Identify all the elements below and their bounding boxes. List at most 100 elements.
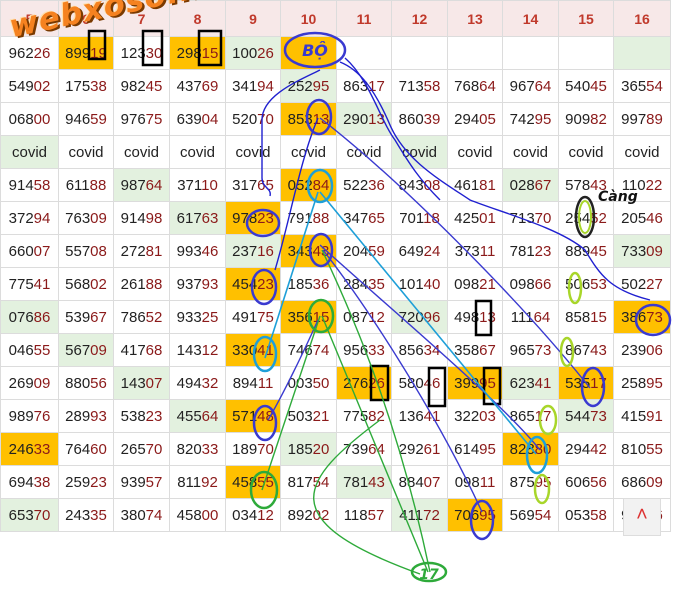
scroll-to-top-button[interactable]: ˄	[623, 498, 661, 536]
cell-value: 028	[509, 176, 535, 194]
cell-value: 817	[287, 473, 313, 491]
result-cell: covid	[336, 135, 392, 169]
cell-value: 317	[232, 176, 258, 194]
cell-value: 373	[454, 242, 480, 260]
result-cell: 18970	[225, 432, 281, 466]
result-cell: 31765	[225, 168, 281, 202]
result-cell: 63904	[169, 102, 226, 136]
result-cell: 39995	[447, 366, 503, 400]
cell-value: 458	[176, 506, 202, 524]
result-cell: 97823	[225, 201, 281, 235]
result-cell: 25452	[558, 201, 614, 235]
cell-value: 052	[287, 176, 313, 194]
column-header: 12	[391, 0, 448, 37]
result-cell: 43769	[169, 69, 226, 103]
cell-value: 259	[65, 473, 91, 491]
cell-value: 962	[8, 44, 34, 62]
table-row: 69438 25923 93957 81192 45855 81754 78143 88407…	[0, 465, 671, 499]
result-cell: 10026	[225, 36, 281, 70]
result-cell: covid	[0, 135, 59, 169]
cell-value: covid	[290, 143, 327, 161]
result-cell: covid	[502, 135, 559, 169]
result-cell: 91458	[0, 168, 59, 202]
cell-value: 894	[232, 374, 258, 392]
result-cell: 78652	[113, 300, 170, 334]
result-cell: 86743	[558, 333, 614, 367]
result-cell: 50653	[558, 267, 614, 301]
cell-value: 284	[343, 275, 369, 293]
result-cell: 86517	[502, 399, 559, 433]
cell-value: 639	[176, 110, 202, 128]
cell-value: 967	[509, 77, 535, 95]
result-cell: 81754	[280, 465, 337, 499]
cell-value: 494	[176, 374, 202, 392]
cell-value: 538	[120, 407, 146, 425]
table-row: 26909 88056 14307 49432 89411 00350 27626 58046…	[0, 366, 671, 400]
result-cell: 85815	[558, 300, 614, 334]
cell-value: 742	[509, 110, 535, 128]
cell-value: 535	[565, 374, 591, 392]
cell-value: covid	[179, 143, 216, 161]
result-cell: 02867	[502, 168, 559, 202]
result-cell: 35615	[280, 300, 337, 334]
result-cell: 77582	[336, 399, 392, 433]
result-cell: 20546	[613, 201, 671, 235]
cell-value: 567	[65, 341, 91, 359]
result-cell: 52236	[336, 168, 392, 202]
cell-value: 549	[8, 77, 34, 95]
cell-value: 858	[565, 308, 591, 326]
column-header: 9	[225, 0, 281, 37]
cell-value: 265	[120, 440, 146, 458]
cell-value: 686	[621, 473, 647, 491]
result-cell: 62341	[502, 366, 559, 400]
result-cell: 18536	[280, 267, 337, 301]
table-row: 91458 61188 98764 37110 31765 05284 52236 84308…	[0, 168, 671, 202]
result-cell	[613, 36, 671, 70]
cell-value: 867	[565, 341, 591, 359]
table-body: 9622689919123302981510026BỘ5490217538982…	[0, 36, 671, 532]
result-cell: 90982	[558, 102, 614, 136]
cell-value: 417	[120, 341, 146, 359]
result-cell: 45564	[169, 399, 226, 433]
cell-value: 261	[120, 275, 146, 293]
result-cell: 50321	[280, 399, 337, 433]
table-row: 24633 76460 26570 82033 18970 18520 73964 29261…	[0, 432, 671, 466]
column-header: 10	[280, 0, 337, 37]
result-cell: 89202	[280, 498, 337, 532]
result-cell: 88407	[391, 465, 448, 499]
result-cell: covid	[225, 135, 281, 169]
cell-value: 933	[176, 308, 202, 326]
result-cell: 41172	[391, 498, 448, 532]
cell-value: 865	[509, 407, 535, 425]
result-cell: 38673	[613, 300, 671, 334]
result-cell: 23716	[225, 234, 281, 268]
result-cell: 37311	[447, 234, 503, 268]
cell-value: 136	[398, 407, 424, 425]
cell-value: 997	[621, 110, 647, 128]
cell-value: 411	[399, 506, 424, 524]
cell-value: 578	[565, 176, 591, 194]
result-cell: 74295	[502, 102, 559, 136]
cell-value: 101	[398, 275, 424, 293]
cell-value: 786	[120, 308, 146, 326]
cell-value: 205	[621, 209, 647, 227]
cell-value: 330	[232, 341, 258, 359]
cell-value: 781	[509, 242, 535, 260]
result-cell: 29442	[558, 432, 614, 466]
cell-value: covid	[346, 143, 382, 161]
result-cell: 26570	[113, 432, 170, 466]
cell-value: covid	[568, 143, 604, 161]
result-cell: 49175	[225, 300, 281, 334]
result-cell: 11164	[502, 300, 559, 334]
cell-value: 965	[509, 341, 535, 359]
cell-value: 775	[8, 275, 34, 293]
result-cell: covid	[113, 135, 170, 169]
result-cell: 34194	[225, 69, 281, 103]
result-cell: 50227	[613, 267, 671, 301]
result-cell: 78143	[336, 465, 392, 499]
result-cell: 73309	[613, 234, 671, 268]
result-cell: 41768	[113, 333, 170, 367]
result-cell: 70695	[447, 498, 503, 532]
cell-value: 557	[65, 242, 91, 260]
result-cell: 54902	[0, 69, 59, 103]
